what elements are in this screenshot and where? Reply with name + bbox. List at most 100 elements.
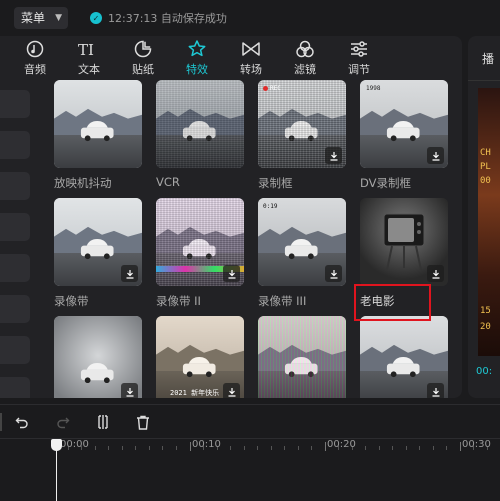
redo-button[interactable] — [54, 413, 72, 431]
effect-card[interactable]: VCR — [156, 80, 244, 189]
preview-title: 播 — [482, 52, 495, 66]
tab-filter[interactable]: 滤镜 — [283, 38, 327, 78]
split-button[interactable] — [94, 413, 112, 431]
category-tabs: 音频 TI 文本 贴纸 特效 转场 滤镜 调节 — [0, 36, 462, 80]
tab-label: 文本 — [78, 63, 100, 76]
download-button[interactable] — [121, 383, 138, 398]
undo-icon — [15, 417, 28, 429]
time-label: 00:10 — [192, 439, 221, 450]
tab-transition[interactable]: 转场 — [229, 38, 273, 78]
download-icon — [432, 269, 439, 279]
sidebar-item[interactable] — [0, 336, 30, 364]
tab-audio[interactable]: 音频 — [13, 38, 57, 78]
check-circle-icon: ✓ — [90, 12, 102, 24]
preview-overlay-text: 00 — [480, 176, 491, 186]
highlight-box — [354, 284, 431, 321]
effect-thumbnail — [360, 198, 448, 286]
tab-label: 滤镜 — [294, 63, 316, 76]
tab-effects[interactable]: 特效 — [175, 38, 219, 78]
tab-label: 音频 — [24, 63, 46, 76]
effect-card[interactable] — [360, 316, 448, 398]
chevron-down-icon: ▼ — [55, 13, 62, 23]
effects-grid: 放映机抖动 VCR REC 录制框 1998 DV录制框 录像带 录像带 II … — [46, 80, 462, 398]
effect-label: 放映机抖动 — [54, 176, 112, 190]
sidebar-item[interactable] — [0, 254, 30, 282]
time-label: 00:20 — [327, 439, 356, 450]
download-icon — [432, 151, 439, 161]
download-icon — [228, 387, 235, 397]
sidebar-item[interactable] — [0, 213, 30, 241]
tab-label: 调节 — [348, 63, 370, 76]
download-button[interactable] — [223, 383, 240, 398]
edit-toolbar — [0, 404, 500, 438]
download-button[interactable] — [223, 265, 240, 282]
effect-card[interactable]: 放映机抖动 — [54, 80, 142, 191]
timeline[interactable]: 00:00 00:10 00:20 00:30 — [0, 438, 500, 501]
download-button[interactable] — [427, 265, 444, 282]
effect-card[interactable] — [54, 316, 142, 398]
download-icon — [432, 387, 439, 397]
effect-thumbnail: 0:19 — [258, 198, 346, 286]
preview-video[interactable]: CH PL 00 15 20 — [478, 88, 500, 356]
download-button[interactable] — [121, 265, 138, 282]
effect-card[interactable]: 1998 DV录制框 — [360, 80, 448, 191]
hud-text: REC — [270, 85, 281, 92]
effects-category-sidebar — [0, 80, 42, 398]
delete-button[interactable] — [134, 413, 152, 431]
playhead-handle[interactable] — [51, 439, 62, 451]
tab-text[interactable]: TI 文本 — [67, 38, 111, 78]
record-dot-icon — [263, 86, 268, 91]
effect-card[interactable]: REC 录制框 — [258, 80, 346, 191]
download-button[interactable] — [325, 265, 342, 282]
download-button[interactable] — [427, 383, 444, 398]
time-label: 00:30 — [462, 439, 491, 450]
divider — [468, 80, 500, 81]
effects-star-icon — [188, 40, 206, 57]
tab-label: 转场 — [240, 63, 262, 76]
effect-card[interactable]: 0:19 录像带 III — [258, 198, 346, 309]
effect-card[interactable]: 录像带 II — [156, 198, 244, 309]
preview-timecode: 00: — [476, 366, 493, 377]
filter-icon — [296, 40, 314, 58]
sidebar-item[interactable] — [0, 90, 30, 118]
sidebar-item[interactable] — [0, 295, 30, 323]
effect-label: VCR — [156, 175, 180, 189]
tab-label: 特效 — [186, 63, 208, 76]
effect-thumbnail — [54, 80, 142, 168]
sidebar-item[interactable] — [0, 172, 30, 200]
sticker-icon — [134, 40, 152, 58]
effect-label: DV录制框 — [360, 176, 412, 190]
tab-label: 贴纸 — [132, 63, 154, 76]
effect-thumbnail — [156, 80, 244, 168]
adjust-icon — [351, 41, 367, 57]
hud-text: 2021 新年快乐 — [170, 389, 220, 397]
divider — [0, 413, 2, 431]
tab-sticker[interactable]: 贴纸 — [121, 38, 165, 78]
effect-card[interactable]: 2021 新年快乐 — [156, 316, 244, 398]
menu-label: 菜单 — [21, 11, 46, 25]
save-status-text: 12:37:13 自动保存成功 — [108, 12, 227, 25]
sidebar-item[interactable] — [0, 131, 30, 159]
effect-thumbnail: 1998 — [360, 80, 448, 168]
timeline-ruler[interactable]: 00:00 00:10 00:20 00:30 — [0, 439, 500, 457]
download-icon — [228, 269, 235, 279]
trash-icon — [137, 415, 149, 430]
effect-label: 录像带 — [54, 294, 89, 308]
menu-button[interactable]: 菜单 ▼ — [14, 7, 68, 29]
effect-card[interactable] — [258, 316, 346, 398]
effect-card[interactable]: 录像带 — [54, 198, 142, 309]
download-icon — [330, 269, 337, 279]
effect-thumbnail — [360, 316, 448, 398]
download-icon — [126, 269, 133, 279]
old-tv-icon — [383, 213, 425, 271]
preview-overlay-text: PL — [480, 162, 491, 172]
music-icon — [26, 40, 44, 58]
download-button[interactable] — [427, 147, 444, 164]
undo-button[interactable] — [13, 413, 31, 431]
effect-label: 录像带 II — [156, 294, 201, 308]
sidebar-item[interactable] — [0, 377, 30, 398]
preview-overlay-text: 20 — [480, 322, 491, 332]
save-status: ✓ 12:37:13 自动保存成功 — [90, 10, 227, 26]
tab-adjust[interactable]: 调节 — [337, 38, 381, 78]
download-button[interactable] — [325, 147, 342, 164]
